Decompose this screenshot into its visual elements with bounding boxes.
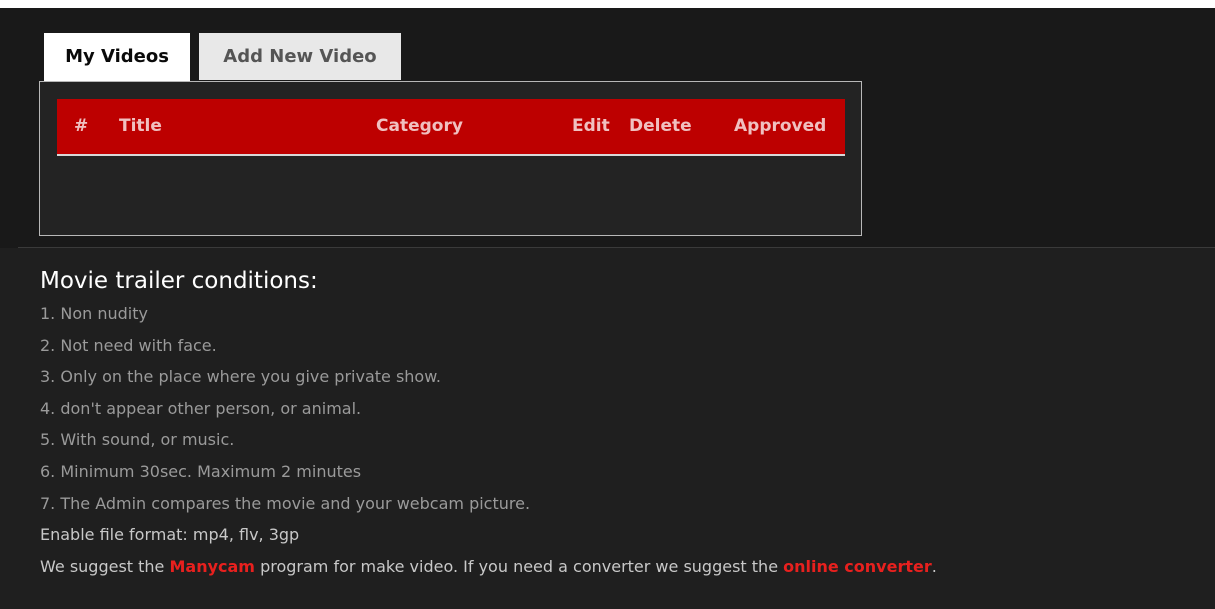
trailer-conditions: Movie trailer conditions: 1. Non nudity … [40,266,1210,582]
column-header-approved: Approved [734,116,827,136]
file-format-note: Enable file format: mp4, flv, 3gp [40,525,300,545]
tab-add-new-video[interactable]: Add New Video [199,33,401,80]
condition-item: 6. Minimum 30sec. Maximum 2 minutes [40,461,362,481]
tab-my-videos[interactable]: My Videos [44,33,190,83]
condition-item: 5. With sound, or music. [40,430,235,450]
videos-table-header: # Title Category Edit Delete Approved [57,99,845,156]
condition-item: 3. Only on the place where you give priv… [40,367,441,387]
condition-item: 2. Not need with face. [40,335,217,355]
manycam-link[interactable]: Manycam [169,557,255,576]
suggestion-line: We suggest the Manycam program for make … [40,551,1210,583]
suggestion-middle: program for make video. If you need a co… [254,556,784,576]
column-header-number: # [74,116,89,136]
page: My Videos Add New Video # Title Category… [0,0,1215,609]
condition-item: 4. don't appear other person, or animal. [40,398,362,418]
top-border [0,0,1215,8]
videos-panel: # Title Category Edit Delete Approved [39,81,862,236]
column-header-delete: Delete [629,116,692,136]
section-divider [18,247,1215,248]
suggestion-suffix: . [931,556,937,576]
suggestion-prefix: We suggest the [40,556,170,576]
online-converter-link[interactable]: online converter [783,557,932,576]
column-header-edit: Edit [572,116,610,136]
condition-item: 7. The Admin compares the movie and your… [40,493,531,513]
conditions-heading: Movie trailer conditions: [40,268,318,294]
column-header-title: Title [119,116,162,136]
column-header-category: Category [376,116,463,136]
condition-item: 1. Non nudity [40,304,148,323]
